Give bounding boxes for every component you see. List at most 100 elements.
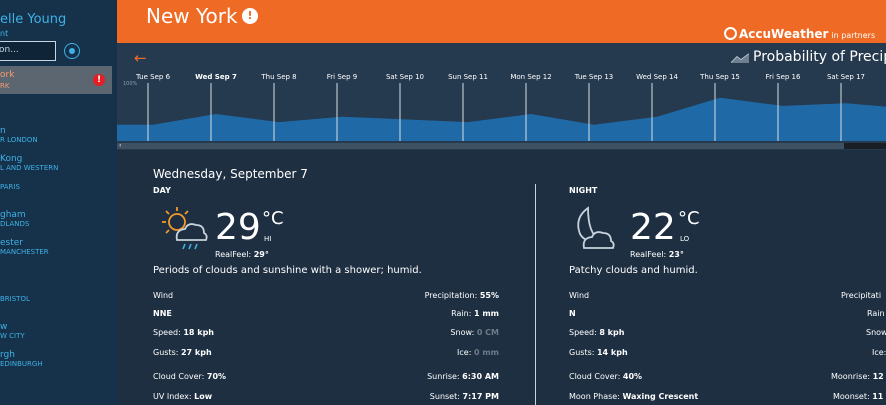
day-night-divider	[535, 184, 536, 405]
wind-gusts: Gusts: 14 kph	[569, 348, 628, 357]
accuweather-logo: AccuWeather in partners	[724, 23, 875, 42]
sunset: Sunset: 7:17 PM	[429, 392, 499, 401]
city-name: n	[0, 126, 6, 136]
city-name: gham	[0, 210, 26, 220]
night-heading: NIGHT	[569, 186, 598, 195]
hi-label: HI	[264, 235, 272, 243]
day-label[interactable]: Sun Sep 11	[448, 73, 488, 81]
sidebar-item-city[interactable]: w W CITY	[0, 322, 25, 340]
back-arrow-icon[interactable]: ←	[134, 49, 147, 67]
city-name: Kong	[0, 154, 23, 164]
city-region: R LONDON	[0, 136, 38, 144]
user-name[interactable]: elle Young	[0, 12, 66, 27]
wind-direction: N	[569, 309, 576, 318]
partner-text: in partners	[831, 31, 876, 40]
wind-label: Wind	[153, 291, 174, 300]
temp-unit: °C	[262, 208, 284, 229]
sidebar-item-selected-city[interactable]: ork RK !	[0, 66, 112, 94]
night-summary: Patchy clouds and humid.	[569, 265, 698, 276]
alert-icon[interactable]: !	[242, 8, 258, 24]
day-realfeel: RealFeel: 29°	[215, 250, 269, 259]
realfeel-value: 29°	[253, 250, 269, 259]
timeline-scrollbar[interactable]: ‹	[117, 142, 886, 149]
alert-icon[interactable]: !	[93, 74, 105, 86]
city-name: w	[0, 322, 8, 332]
city-region: BRISTOL	[0, 295, 30, 303]
realfeel-label: RealFeel:	[630, 250, 667, 259]
sidebar-item-city[interactable]: BRISTOL	[0, 295, 30, 303]
uv-index: UV Index: Low	[153, 392, 213, 401]
precip-area-chart[interactable]	[117, 83, 886, 143]
day-label[interactable]: Tue Sep 13	[575, 73, 614, 81]
sidebar-item-city[interactable]: PARIS	[0, 183, 20, 191]
sidebar-item-city[interactable]: Kong L AND WESTERN	[0, 154, 58, 172]
wind-label: Wind	[569, 291, 590, 300]
search-go-icon[interactable]	[64, 43, 80, 59]
precipitation: Precipitati	[841, 291, 882, 300]
wind-speed: Speed: 8 kph	[569, 328, 625, 337]
header-bar: New York ! AccuWeather in partners	[117, 0, 886, 43]
city-name: rgh	[0, 350, 15, 360]
moonrise: Moonrise: 12	[831, 372, 884, 381]
day-summary: Periods of clouds and sunshine with a sh…	[153, 265, 422, 276]
precip-area	[117, 97, 886, 141]
ice: Ice:	[872, 348, 886, 357]
day-label[interactable]: Sat Sep 17	[827, 73, 865, 81]
sidebar-item-city[interactable]: ester MANCHESTER	[0, 238, 49, 256]
sidebar-item-city[interactable]: gham DLANDS	[0, 210, 29, 228]
chart-title: Probability of Precip	[753, 49, 886, 65]
sidebar-item-city[interactable]: n R LONDON	[0, 126, 38, 144]
snow: Snow	[866, 328, 886, 337]
city-region: EDINBURGH	[0, 360, 43, 368]
day-heading: DAY	[153, 186, 171, 195]
realfeel-value: 23°	[668, 250, 684, 259]
rain: Rain: 1 mm	[451, 309, 499, 318]
day-label[interactable]: Fri Sep 9	[327, 73, 357, 81]
city-name: ork	[0, 70, 15, 80]
day-label[interactable]: Sat Sep 10	[386, 73, 424, 81]
ice: Ice: 0 mm	[457, 348, 499, 357]
sunrise: Sunrise: 6:30 AM	[427, 372, 499, 381]
chart-trend-icon	[731, 53, 749, 63]
precip-timeline: ← Probability of Precip Tue Sep 6 Wed Sep…	[117, 43, 886, 150]
moonset: Moonset: 11	[833, 392, 884, 401]
moon-phase: Moon Phase: Waxing Crescent	[569, 392, 699, 401]
rain: Rain	[867, 309, 885, 318]
page-title: New York	[146, 4, 238, 28]
scroll-left-icon[interactable]: ‹	[119, 142, 121, 149]
precipitation: Precipitation: 55%	[424, 291, 499, 300]
cloud-cover: Cloud Cover: 70%	[153, 372, 227, 381]
snow: Snow: 0 CM	[450, 328, 499, 337]
day-label[interactable]: Thu Sep 15	[700, 73, 740, 81]
search-input[interactable]: on...	[0, 41, 56, 61]
day-label[interactable]: Thu Sep 8	[261, 73, 296, 81]
moon-cloud-icon	[577, 206, 615, 249]
realfeel-label: RealFeel:	[215, 250, 252, 259]
brand-name: AccuWeather	[739, 27, 829, 41]
cloud-cover: Cloud Cover: 40%	[569, 372, 643, 381]
city-region: MANCHESTER	[0, 248, 49, 256]
day-label[interactable]: Wed Sep 7	[195, 73, 237, 81]
scroll-thumb[interactable]	[844, 143, 886, 149]
lo-label: LO	[680, 235, 690, 243]
city-region: L AND WESTERN	[0, 164, 59, 172]
day-label[interactable]: Fri Sep 16	[766, 73, 801, 81]
wind-speed: Speed: 18 kph	[153, 328, 214, 337]
night-realfeel: RealFeel: 23°	[630, 250, 684, 259]
wind-gusts: Gusts: 27 kph	[153, 348, 212, 357]
user-subtitle: nt	[0, 29, 9, 38]
city-region: W CITY	[0, 332, 25, 340]
night-temperature: 22	[630, 207, 676, 248]
city-name: ester	[0, 238, 23, 248]
city-region: DLANDS	[0, 220, 30, 228]
day-label[interactable]: Tue Sep 6	[136, 73, 170, 81]
day-label[interactable]: Wed Sep 14	[636, 73, 678, 81]
forecast-date: Wednesday, September 7	[153, 167, 308, 181]
sidebar: elle Young nt on... ork RK ! n R LONDON …	[0, 0, 117, 405]
city-region: RK	[0, 82, 10, 90]
sun-logo-icon	[724, 27, 737, 40]
day-label[interactable]: Mon Sep 12	[510, 73, 551, 81]
temp-unit: °C	[678, 208, 700, 229]
sidebar-item-city[interactable]: rgh EDINBURGH	[0, 350, 43, 368]
day-temperature: 29	[215, 207, 261, 248]
